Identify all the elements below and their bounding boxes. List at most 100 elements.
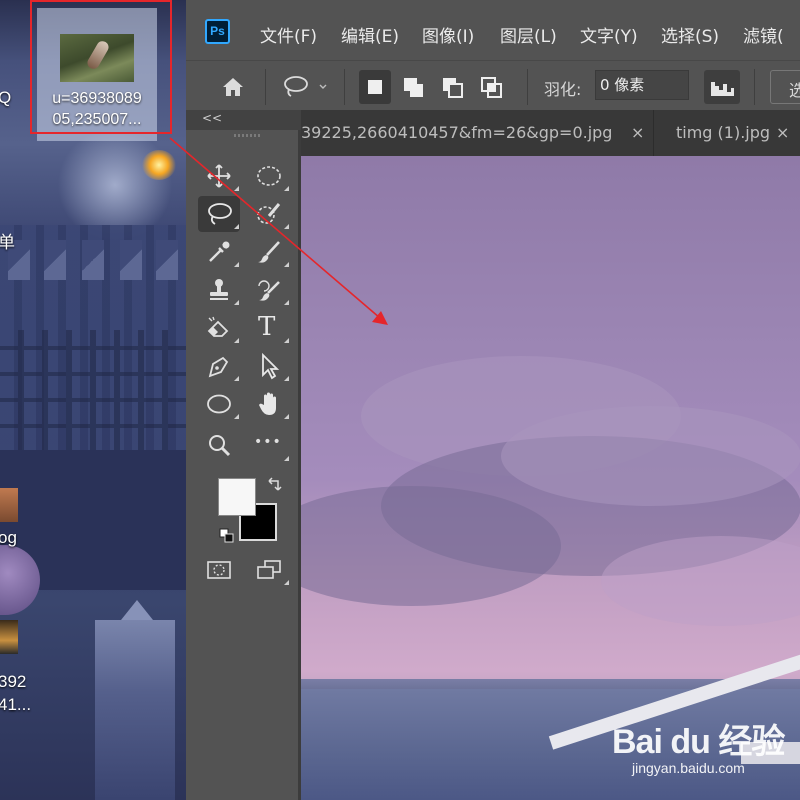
ellipse-icon	[207, 394, 231, 414]
close-tab-icon[interactable]: ×	[631, 110, 644, 156]
desktop-file-thumbnail[interactable]	[0, 620, 18, 654]
type-tool[interactable]: T	[248, 310, 290, 346]
ellipse-marquee-icon	[257, 166, 281, 186]
anti-alias-icon	[711, 82, 734, 96]
desktop-file-thumbnail[interactable]	[0, 488, 18, 522]
quick-selection-tool[interactable]	[248, 196, 290, 232]
castle-windows	[0, 330, 190, 450]
castle-roof	[82, 240, 104, 280]
select-subject-label: 选	[789, 81, 800, 100]
divider	[527, 69, 528, 105]
hand-tool[interactable]	[248, 386, 290, 422]
menu-filter[interactable]: 滤镜(	[743, 22, 784, 47]
divider	[754, 69, 755, 105]
tab-title: timg (1).jpg	[676, 123, 771, 142]
pen-icon	[208, 356, 229, 378]
document-tab-bar: 39225,2660410457&fm=26&gp=0.jpg × timg (…	[301, 110, 800, 156]
ps-logo-icon: Ps	[205, 19, 230, 44]
photoshop-window: Ps 文件(F) 编辑(E) 图像(I) 图层(L) 文字(Y) 选择(S) 滤…	[186, 0, 800, 800]
move-tool[interactable]	[198, 158, 240, 194]
quick-mask-icon	[207, 561, 231, 579]
submenu-indicator	[234, 300, 239, 305]
desktop-icon-label[interactable]: Q	[0, 88, 11, 108]
eyedropper-icon	[209, 241, 230, 262]
menu-image[interactable]: 图像(I)	[422, 22, 474, 47]
watermark-brand: Bai du 经验	[612, 723, 785, 761]
castle-roof	[156, 240, 178, 280]
document-tab[interactable]: 39225,2660410457&fm=26&gp=0.jpg	[301, 110, 612, 156]
intersect-selection-button[interactable]	[476, 70, 508, 104]
menu-select[interactable]: 选择(S)	[661, 22, 719, 47]
options-bar: 羽化: 0 像素 选	[186, 60, 800, 110]
menu-layer[interactable]: 图层(L)	[500, 22, 557, 47]
desktop-icon-label[interactable]: 41...	[0, 695, 31, 715]
subtract-selection-icon	[443, 78, 463, 98]
lasso-tool[interactable]	[198, 196, 240, 232]
history-brush-tool[interactable]	[248, 272, 290, 308]
home-icon	[223, 78, 243, 96]
stamp-icon	[210, 279, 228, 300]
document-canvas[interactable]	[301, 156, 800, 800]
lasso-icon	[208, 203, 232, 225]
eyedropper-tool[interactable]	[198, 234, 240, 270]
submenu-indicator	[284, 186, 289, 191]
marquee-tool[interactable]	[248, 158, 290, 194]
menu-type[interactable]: 文字(Y)	[580, 22, 638, 47]
desktop-icon-label[interactable]: og	[0, 528, 17, 548]
clone-stamp-tool[interactable]	[198, 272, 240, 308]
document-tab[interactable]: timg (1).jpg	[676, 110, 770, 156]
collapse-panel-icon[interactable]: <<	[202, 111, 222, 125]
lasso-icon	[284, 76, 327, 97]
tab-title: 39225,2660410457&fm=26&gp=0.jpg	[301, 123, 613, 142]
edit-toolbar-button[interactable]: •••	[248, 428, 290, 464]
new-selection-button[interactable]	[359, 70, 391, 104]
add-to-selection-button[interactable]	[398, 70, 430, 104]
path-selection-tool[interactable]	[248, 348, 290, 384]
ellipse-tool[interactable]	[198, 386, 240, 422]
watermark-url: jingyan.baidu.com	[632, 760, 745, 776]
history-brush-icon	[258, 280, 280, 301]
magnifier-icon	[209, 435, 231, 457]
eraser-tool[interactable]	[198, 310, 240, 346]
home-button[interactable]	[217, 70, 249, 104]
feather-label: 羽化:	[544, 80, 582, 99]
desktop-icon-label[interactable]: 单	[0, 233, 15, 253]
select-subject-button[interactable]: 选	[770, 70, 800, 104]
anti-alias-button[interactable]	[704, 70, 740, 104]
submenu-indicator	[234, 376, 239, 381]
menu-file[interactable]: 文件(F)	[260, 22, 317, 47]
type-icon: T	[258, 312, 276, 342]
wallpaper-fire	[142, 150, 176, 180]
tools-panel: T •••	[186, 130, 301, 800]
feather-input[interactable]: 0 像素	[595, 70, 689, 100]
zoom-tool[interactable]	[198, 428, 240, 464]
foreground-color-swatch[interactable]	[218, 478, 256, 516]
castle-roof	[120, 240, 142, 280]
submenu-indicator	[234, 338, 239, 343]
submenu-indicator	[284, 262, 289, 267]
submenu-indicator	[284, 580, 289, 585]
submenu-indicator	[284, 456, 289, 461]
menu-edit[interactable]: 编辑(E)	[341, 22, 399, 47]
quick-mask-button[interactable]	[198, 552, 240, 588]
submenu-indicator	[284, 376, 289, 381]
screen-mode-button[interactable]	[248, 552, 290, 588]
castle-roof	[44, 240, 66, 280]
new-selection-icon	[368, 80, 382, 94]
wallpaper-tower	[95, 620, 175, 800]
desktop-icon-label[interactable]: 392	[0, 672, 26, 692]
default-colors-icon[interactable]	[219, 528, 235, 544]
pen-tool[interactable]	[198, 348, 240, 384]
submenu-indicator	[284, 224, 289, 229]
subtract-selection-button[interactable]	[437, 70, 469, 104]
submenu-indicator	[284, 338, 289, 343]
divider	[265, 69, 266, 105]
close-tab-icon[interactable]: ×	[776, 110, 789, 156]
submenu-indicator	[234, 414, 239, 419]
swap-colors-icon[interactable]	[266, 476, 284, 494]
tab-divider	[653, 110, 654, 156]
hand-icon	[259, 392, 276, 415]
annotation-highlight-box	[30, 0, 172, 134]
tool-preset-picker[interactable]	[280, 70, 332, 104]
brush-tool[interactable]	[248, 234, 290, 270]
